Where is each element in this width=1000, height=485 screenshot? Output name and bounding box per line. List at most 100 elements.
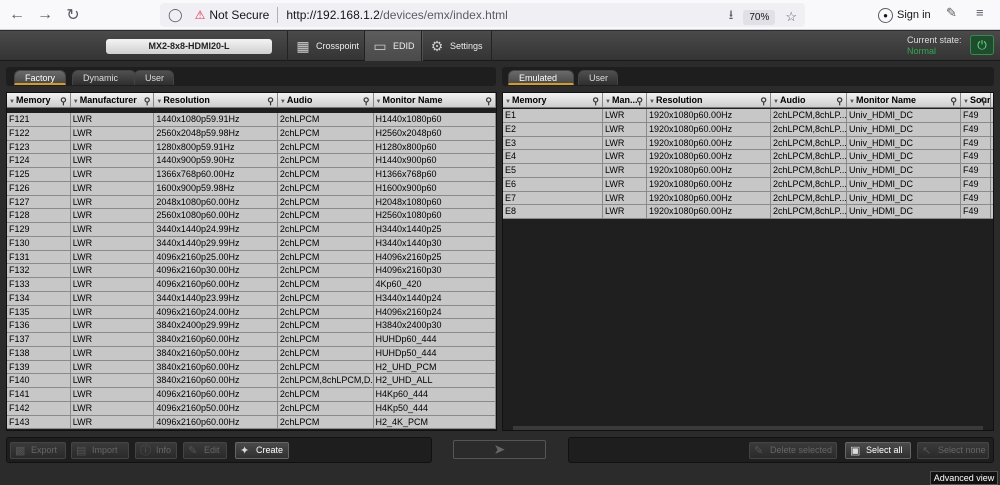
search-icon[interactable]: ⚲: [636, 94, 643, 107]
table-row[interactable]: F121 LWR 1440x1080p59.91Hz 2chLPCM H1440x108…: [7, 113, 496, 127]
table-row[interactable]: F126 LWR 1600x900p59.98Hz 2chLPCM H1600x900p…: [7, 181, 496, 196]
table-cell: LWR: [71, 346, 155, 360]
column-header-manufacturer[interactable]: ▼Manufacturer ⚲: [71, 93, 155, 107]
table-row[interactable]: F128 LWR 2560x1080p60.00Hz 2chLPCM H2560x108…: [7, 209, 496, 223]
tab-edid[interactable]: ▭ EDID: [364, 31, 423, 61]
power-button[interactable]: ⏻: [970, 35, 994, 55]
search-icon[interactable]: ⚲: [267, 94, 274, 107]
tab-settings[interactable]: ⚙ Settings: [421, 31, 492, 61]
button-label: Select none: [938, 445, 986, 455]
tab-factory[interactable]: Factory: [14, 70, 66, 85]
table-row[interactable]: F142 LWR 4096x2160p50.00Hz 2chLPCM H4Kp50_44…: [7, 401, 496, 416]
table-row[interactable]: F133 LWR 4096x2160p60.00Hz 2chLPCM 4Kp60_420: [7, 278, 496, 292]
transfer-arrow-button[interactable]: ➤: [453, 440, 546, 459]
not-secure-icon[interactable]: ⚠: [195, 8, 206, 22]
table-cell: F49: [961, 177, 991, 191]
table-row[interactable]: F135 LWR 4096x2160p24.00Hz 2chLPCM H4096x216…: [7, 305, 496, 320]
table-cell: 2chLPCM: [278, 319, 374, 332]
column-header-audio[interactable]: ▼Audio ⚲: [771, 93, 847, 107]
search-icon[interactable]: ⚲: [144, 94, 151, 107]
search-icon[interactable]: ⚲: [836, 94, 843, 107]
back-arrow-icon[interactable]: ←: [6, 4, 28, 26]
column-header-man[interactable]: ▼Man... ⚲: [603, 93, 647, 107]
address-bar[interactable]: ◯ ⚠ Not Secure http://192.168.1.2/device…: [160, 3, 805, 27]
table-cell: 2chLPCM: [278, 291, 374, 305]
column-header-memory[interactable]: ▼Memory ⚲: [503, 93, 603, 107]
bookmark-star-icon[interactable]: ☆: [785, 9, 797, 25]
menu-icon[interactable]: ≡: [976, 5, 984, 20]
tab-user[interactable]: User: [134, 70, 174, 85]
search-icon[interactable]: ⚲: [60, 94, 67, 107]
column-header-memory[interactable]: ▼Memory ⚲: [7, 93, 71, 107]
tab-dynamic[interactable]: Dynamic: [72, 70, 136, 85]
url-text[interactable]: http://192.168.1.2/devices/emx/index.htm…: [286, 8, 507, 22]
table-row[interactable]: F122 LWR 2560x2048p59.98Hz 2chLPCM H2560x204…: [7, 126, 496, 141]
reload-icon[interactable]: ↻: [62, 4, 84, 26]
table-row[interactable]: E8 LWR 1920x1080p60.00Hz 2chLPCM,8chLP... Un…: [503, 205, 993, 219]
column-header-monitor-name[interactable]: ▼Monitor Name ⚲: [374, 93, 496, 107]
table-row[interactable]: E1 LWR 1920x1080p60.00Hz 2chLPCM,8chLP... Un…: [503, 109, 993, 123]
column-header-audio[interactable]: ▼Audio ⚲: [278, 93, 374, 107]
table-row[interactable]: E2 LWR 1920x1080p60.00Hz 2chLPCM,8chLP... Un…: [503, 122, 993, 137]
table-row[interactable]: F132 LWR 4096x2160p30.00Hz 2chLPCM H4096x216…: [7, 264, 496, 278]
table-row[interactable]: F134 LWR 3440x1440p23.99Hz 2chLPCM H3440x144…: [7, 291, 496, 306]
column-header-monitor-name[interactable]: ▼Monitor Name ⚲: [847, 93, 961, 107]
search-icon[interactable]: ⚲: [363, 94, 370, 107]
create-button[interactable]: ✦ Create: [235, 442, 289, 459]
table-cell: 2chLPCM: [278, 195, 374, 209]
table-cell: F122: [7, 126, 71, 140]
select-all-button[interactable]: ▣ Select all: [845, 442, 911, 459]
table-row[interactable]: F123 LWR 1280x800p59.91Hz 2chLPCM H1280x800p…: [7, 140, 496, 155]
shield-icon[interactable]: ◯: [168, 7, 183, 23]
delete-selected-button[interactable]: ✎ Delete selected: [749, 442, 837, 459]
export-button[interactable]: ▩ Export: [10, 442, 66, 459]
download-page-icon[interactable]: ⭳: [729, 6, 734, 28]
extensions-icon[interactable]: ✎: [946, 5, 957, 21]
table-cell: 2chLPCM,8chLPCM,D...: [279, 374, 374, 387]
table-cell: 2chLPCM,8chLP...: [773, 205, 847, 218]
tab-crosspoint[interactable]: ▦ Crosspoint: [287, 31, 367, 61]
table-row[interactable]: F140 LWR 3840x2160p60.00Hz 2chLPCM,8chLPCM,…: [7, 374, 496, 388]
table-cell: LWR: [603, 136, 647, 150]
zoom-level[interactable]: 70%: [743, 9, 776, 25]
table-row[interactable]: E4 LWR 1920x1080p60.00Hz 2chLPCM,8chLP... Un…: [503, 150, 993, 164]
table-row[interactable]: F127 LWR 2048x1080p60.00Hz 2chLPCM H2048x108…: [7, 195, 496, 210]
sign-in-button[interactable]: ● Sign in: [878, 4, 931, 26]
table-row[interactable]: F124 LWR 1440x900p59.90Hz 2chLPCM H1440x900p…: [7, 154, 496, 168]
table-cell: H2560x1080p60: [374, 209, 496, 222]
tab-user[interactable]: User: [578, 70, 618, 85]
advanced-view-button[interactable]: Advanced view: [930, 471, 998, 485]
table-row[interactable]: F138 LWR 3840x2160p50.00Hz 2chLPCM HUHDp50_4…: [7, 346, 496, 361]
column-header-sour[interactable]: ▼Sour...⚲: [961, 93, 991, 107]
table-row[interactable]: E5 LWR 1920x1080p60.00Hz 2chLPCM,8chLP... Un…: [503, 164, 993, 178]
table-row[interactable]: F130 LWR 3440x1440p29.99Hz 2chLPCM H3440x144…: [7, 236, 496, 251]
tab-emulated[interactable]: Emulated: [508, 70, 574, 85]
search-icon[interactable]: ⚲: [485, 94, 492, 107]
column-header-resolution[interactable]: ▼Resolution ⚲: [647, 93, 771, 107]
table-row[interactable]: F131 LWR 4096x2160p25.00Hz 2chLPCM H4096x216…: [7, 250, 496, 265]
table-row[interactable]: F137 LWR 3840x2160p60.00Hz 2chLPCM HUHDp60_4…: [7, 333, 496, 347]
search-icon[interactable]: ⚲: [592, 94, 599, 107]
column-header-resolution[interactable]: ▼Resolution ⚲: [154, 93, 278, 107]
not-secure-label[interactable]: Not Secure: [209, 8, 269, 22]
table-cell: 1366x768p60.00Hz: [154, 168, 278, 181]
table-row[interactable]: F139 LWR 3840x2160p60.00Hz 2chLPCM H2_UHD_PC…: [7, 360, 496, 375]
import-button[interactable]: ▤ Import: [71, 442, 129, 459]
horizontal-scrollbar[interactable]: [513, 426, 983, 430]
search-icon[interactable]: ⚲: [760, 94, 767, 107]
table-row[interactable]: F136 LWR 3840x2400p29.99Hz 2chLPCM H3840x240…: [7, 319, 496, 333]
table-row[interactable]: F143 LWR 4096x2160p60.00Hz 2chLPCM H2_4K_PCM: [7, 415, 496, 430]
info-button[interactable]: ⓘ Info: [135, 442, 177, 459]
search-icon[interactable]: ⚲: [980, 94, 987, 107]
table-row[interactable]: F125 LWR 1366x768p60.00Hz 2chLPCM H1366x768p…: [7, 168, 496, 182]
edit-button[interactable]: ✎ Edit: [183, 442, 227, 459]
table-row[interactable]: F129 LWR 3440x1440p24.99Hz 2chLPCM H3440x144…: [7, 223, 496, 237]
table-row[interactable]: E6 LWR 1920x1080p60.00Hz 2chLPCM,8chLP... Un…: [503, 177, 993, 192]
search-icon[interactable]: ⚲: [950, 94, 957, 107]
table-row[interactable]: E3 LWR 1920x1080p60.00Hz 2chLPCM,8chLP... Un…: [503, 136, 993, 151]
forward-arrow-icon[interactable]: →: [34, 4, 56, 26]
table-row[interactable]: F141 LWR 4096x2160p60.00Hz 2chLPCM H4Kp60_44…: [7, 388, 496, 402]
select-none-button[interactable]: ↖ Select none: [917, 442, 989, 459]
save-icon: ▩: [15, 445, 26, 457]
table-row[interactable]: E7 LWR 1920x1080p60.00Hz 2chLPCM,8chLP... Un…: [503, 191, 993, 206]
